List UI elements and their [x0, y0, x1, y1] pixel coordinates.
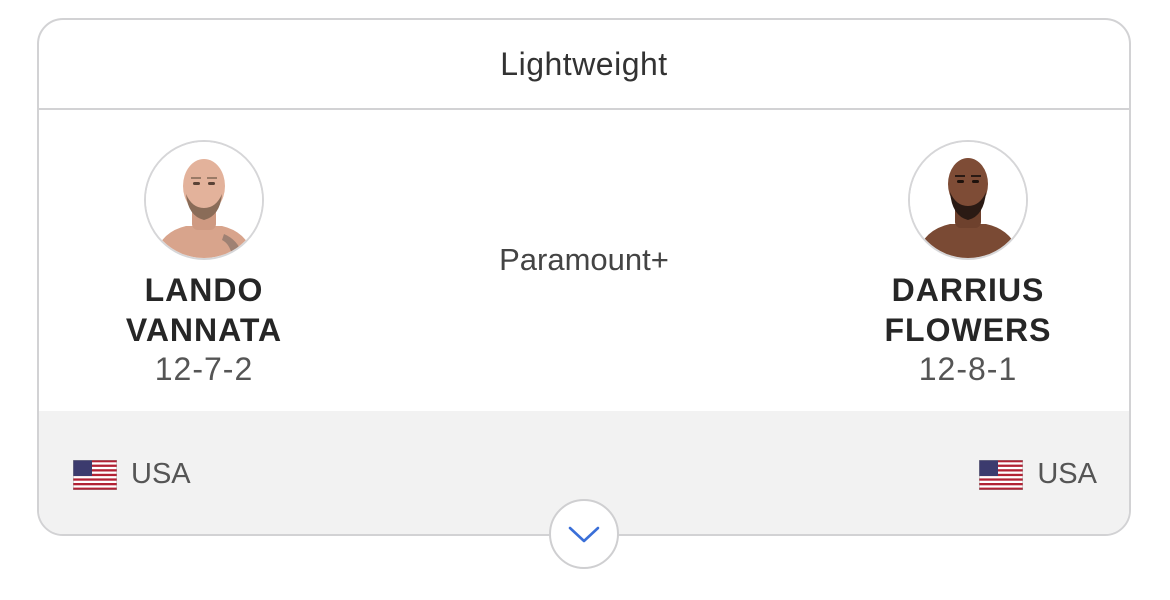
fighter-left-name[interactable]: LANDO VANNATA: [84, 270, 324, 350]
fighter-right-name[interactable]: DARRIUS FLOWERS: [848, 270, 1088, 350]
us-flag-icon: [979, 459, 1024, 490]
weight-class-label: Lightweight: [500, 45, 668, 82]
fighter-left-photo: [146, 142, 262, 258]
fighter-right-country: USA: [979, 458, 1097, 491]
us-flag-icon: [73, 459, 117, 490]
fighter-right-record: 12-8-1: [918, 351, 1018, 387]
fighter-left-record: 12-7-2: [154, 351, 254, 387]
fighter-right-avatar[interactable]: [908, 140, 1028, 260]
fighter-right-first-name: DARRIUS: [891, 272, 1045, 308]
card-header: Lightweight: [39, 20, 1129, 110]
fighter-left-last-name: VANNATA: [125, 312, 283, 348]
fighter-right-country-label: USA: [1037, 458, 1097, 490]
fighter-right-last-name: FLOWERS: [884, 312, 1052, 348]
fight-card: Lightweight LANDO VANNATA 12-7-2 Paramou…: [37, 18, 1131, 536]
fighter-left-country: USA: [73, 458, 191, 491]
fighter-left-country-label: USA: [131, 458, 191, 490]
chevron-down-icon: [568, 526, 600, 543]
fighter-right-photo: [910, 142, 1026, 258]
fighter-right[interactable]: DARRIUS FLOWERS 12-8-1: [848, 140, 1088, 388]
expand-button[interactable]: [549, 499, 619, 569]
